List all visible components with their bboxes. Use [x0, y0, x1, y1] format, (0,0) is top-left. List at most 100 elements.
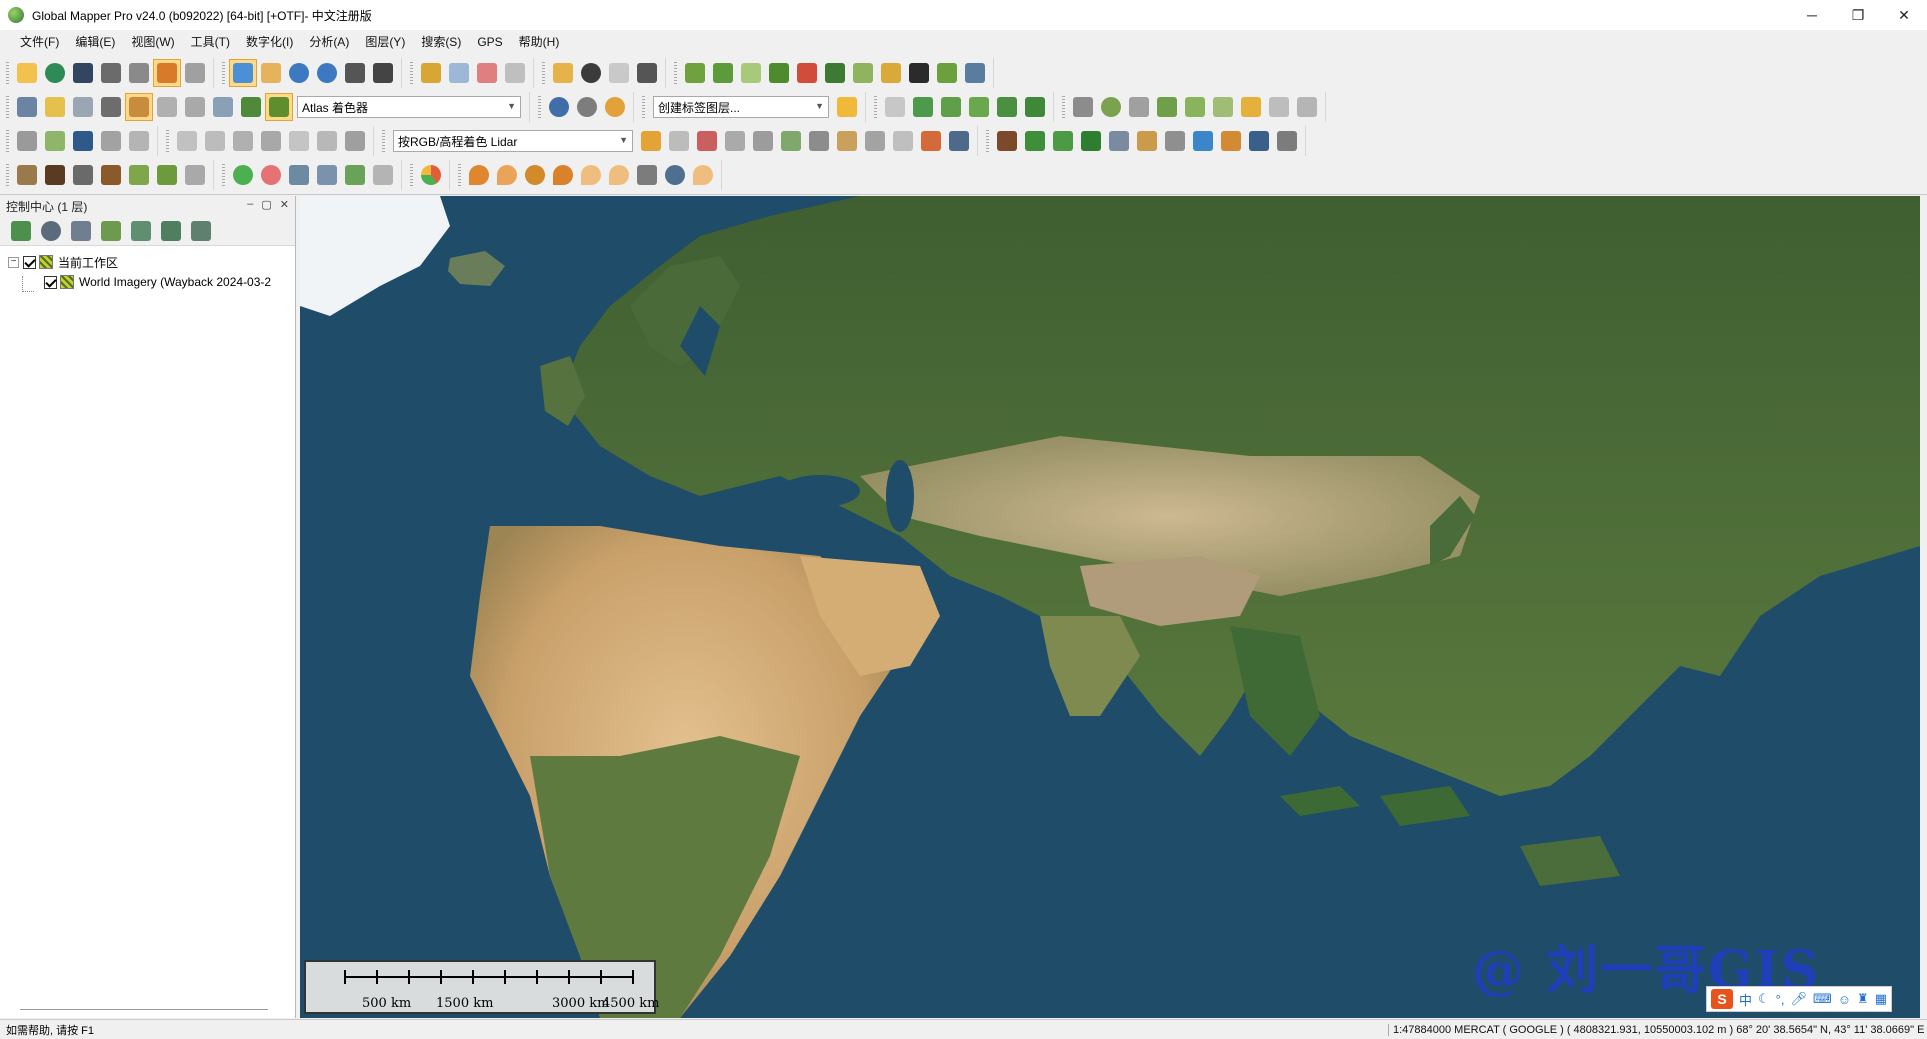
zoom-in-button[interactable]: [285, 59, 313, 87]
line-tool-1[interactable]: [881, 93, 909, 121]
extract-ground-button[interactable]: [1217, 127, 1245, 155]
label-layer-dropdown[interactable]: 创建标签图层... ▼: [653, 96, 829, 118]
terrain-tool-8[interactable]: [877, 59, 905, 87]
gps-pin-button[interactable]: [465, 161, 493, 189]
layer-globe-button[interactable]: [36, 217, 66, 245]
pan-tool-button[interactable]: [257, 59, 285, 87]
workspace-checkbox[interactable]: [23, 255, 36, 269]
terrain-tool-7[interactable]: [849, 59, 877, 87]
line-tool-4[interactable]: [965, 93, 993, 121]
survey-tool-4[interactable]: [1153, 93, 1181, 121]
workspace-node[interactable]: − 当前工作区: [8, 252, 295, 272]
view-3d-button[interactable]: [97, 93, 125, 121]
feature-info-button[interactable]: [605, 59, 633, 87]
terrain-tool-10[interactable]: [933, 59, 961, 87]
skin-icon[interactable]: ♜: [1857, 991, 1869, 1007]
gps-center-button[interactable]: [661, 161, 689, 189]
punctuation-icon[interactable]: °,: [1776, 992, 1785, 1007]
maximize-button[interactable]: ❐: [1835, 0, 1881, 30]
feature-edit-7[interactable]: [341, 127, 369, 155]
light-button[interactable]: [41, 93, 69, 121]
hillshade-button[interactable]: [209, 93, 237, 121]
survey-tool-3[interactable]: [1125, 93, 1153, 121]
feature-edit-4[interactable]: [257, 127, 285, 155]
lidar-tin-button[interactable]: [805, 127, 833, 155]
print-button[interactable]: [97, 59, 125, 87]
vertex-button[interactable]: [501, 59, 529, 87]
panel-minimize-icon[interactable]: ‒: [247, 198, 253, 211]
scale-button[interactable]: [41, 127, 69, 155]
full-view-button[interactable]: [369, 59, 397, 87]
gps-target-button[interactable]: [521, 161, 549, 189]
survey-tool-1[interactable]: [1069, 93, 1097, 121]
layer-options-button[interactable]: [96, 217, 126, 245]
feature-edit-5[interactable]: [285, 127, 313, 155]
analysis-tool-2[interactable]: [41, 161, 69, 189]
close-button[interactable]: ✕: [1881, 0, 1927, 30]
terrain-tool-6[interactable]: [821, 59, 849, 87]
open-folder-button[interactable]: [13, 59, 41, 87]
delete-button[interactable]: [473, 59, 501, 87]
collapse-icon[interactable]: −: [8, 256, 19, 268]
attribute-table-button[interactable]: [66, 217, 96, 245]
shader-toggle-button[interactable]: [125, 93, 153, 121]
mountain-button[interactable]: [237, 93, 265, 121]
analysis-tool-1[interactable]: [13, 161, 41, 189]
menu-help[interactable]: 帮助(H): [511, 30, 568, 54]
layer-visibility-button[interactable]: [156, 217, 186, 245]
favorite-button[interactable]: [833, 93, 861, 121]
save-button[interactable]: [69, 59, 97, 87]
line-tool-2[interactable]: [909, 93, 937, 121]
lidar-surface-button[interactable]: [889, 127, 917, 155]
gps-device-button[interactable]: [633, 59, 661, 87]
reshape-button[interactable]: [69, 127, 97, 155]
gps-pin-5-button[interactable]: [605, 161, 633, 189]
terrain-tool-2[interactable]: [709, 59, 737, 87]
keyboard-icon[interactable]: ⌨: [1813, 991, 1832, 1007]
line-tool-5[interactable]: [993, 93, 1021, 121]
survey-tool-7[interactable]: [1237, 93, 1265, 121]
digitize-button[interactable]: [417, 59, 445, 87]
vertical-exag-button[interactable]: [181, 93, 209, 121]
analysis-tool-6[interactable]: [153, 161, 181, 189]
extract-key-button[interactable]: [1245, 127, 1273, 155]
layer-checkbox[interactable]: [44, 275, 57, 289]
grid-icon[interactable]: ▦: [1875, 991, 1887, 1007]
lidar-grid-button[interactable]: [749, 127, 777, 155]
extract-grass-button[interactable]: [1021, 127, 1049, 155]
ime-mode-label[interactable]: 中: [1739, 990, 1752, 1009]
layer-search-button[interactable]: [126, 217, 156, 245]
terrain-tool-11[interactable]: [961, 59, 989, 87]
line-tool-3[interactable]: [937, 93, 965, 121]
extract-terrain-button[interactable]: [993, 127, 1021, 155]
extract-water-button[interactable]: [1189, 127, 1217, 155]
lidar-classify-button[interactable]: [833, 127, 861, 155]
lidar-color-dropdown[interactable]: 按RGB/高程着色 Lidar ▼: [393, 130, 633, 152]
night-mode-button[interactable]: [601, 93, 629, 121]
menu-gps[interactable]: GPS: [469, 30, 510, 54]
menu-file[interactable]: 文件(F): [12, 30, 67, 54]
lidar-edit-button[interactable]: [777, 127, 805, 155]
extract-pole-button[interactable]: [1133, 127, 1161, 155]
analysis-tool-3[interactable]: [69, 161, 97, 189]
online-globe-button[interactable]: [545, 93, 573, 121]
control-center-button[interactable]: [153, 59, 181, 87]
layer-node[interactable]: World Imagery (Wayback 2024-03-2: [8, 272, 295, 292]
user-icon[interactable]: ☺: [1838, 992, 1851, 1007]
menu-edit[interactable]: 编辑(E): [67, 30, 123, 54]
line-tool-6[interactable]: [1021, 93, 1049, 121]
feature-edit-1[interactable]: [173, 127, 201, 155]
map-view[interactable]: 500 km 1500 km 3000 km 4500 km @ 刘一哥GIS …: [300, 196, 1920, 1018]
survey-tool-8[interactable]: [1265, 93, 1293, 121]
stop-button[interactable]: [257, 161, 285, 189]
settings-button[interactable]: [573, 93, 601, 121]
analysis-tool-5[interactable]: [125, 161, 153, 189]
lidar-search-button[interactable]: [693, 127, 721, 155]
terrain-tool-3[interactable]: [737, 59, 765, 87]
lidar-filter-button[interactable]: [637, 127, 665, 155]
moon-icon[interactable]: ☾: [1758, 991, 1770, 1007]
info-button[interactable]: [577, 59, 605, 87]
move-button[interactable]: [13, 127, 41, 155]
extract-shrub-button[interactable]: [1049, 127, 1077, 155]
rotate-button[interactable]: [125, 127, 153, 155]
